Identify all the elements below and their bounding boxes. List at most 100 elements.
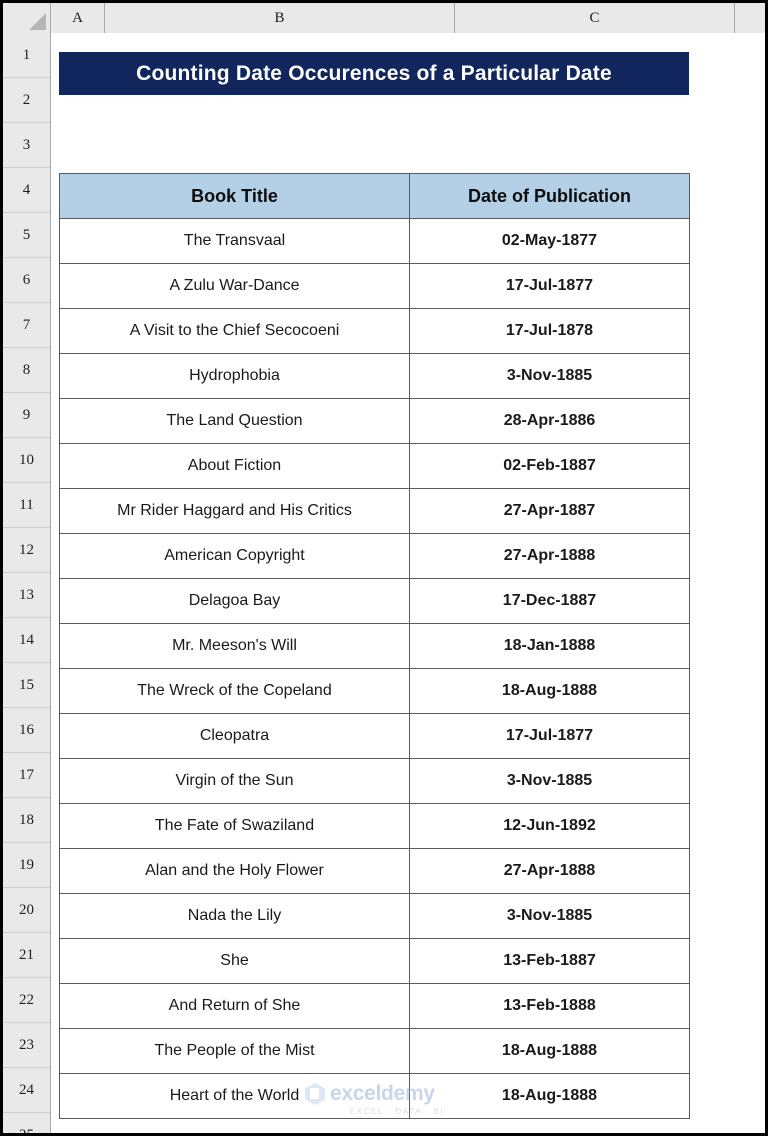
row-header-23[interactable]: 23 — [3, 1023, 50, 1068]
cell-date-of-publication[interactable]: 18-Aug-1888 — [409, 1073, 690, 1119]
table-row: Alan and the Holy Flower 27-Apr-1888 — [59, 848, 690, 894]
cell-date-of-publication[interactable]: 02-May-1877 — [409, 218, 690, 264]
cell-date-of-publication[interactable]: 02-Feb-1887 — [409, 443, 690, 489]
cell-book-title[interactable]: Virgin of the Sun — [59, 758, 410, 804]
row-header-16[interactable]: 16 — [3, 708, 50, 753]
table-row: The Wreck of the Copeland 18-Aug-1888 — [59, 668, 690, 714]
cell-book-title[interactable]: The Fate of Swaziland — [59, 803, 410, 849]
cell-date-of-publication[interactable]: 27-Apr-1888 — [409, 533, 690, 579]
row-header-25[interactable]: 25 — [3, 1113, 50, 1133]
cell-book-title[interactable]: Delagoa Bay — [59, 578, 410, 624]
cell-book-title[interactable]: Mr. Meeson's Will — [59, 623, 410, 669]
cell-date-of-publication[interactable]: 13-Feb-1887 — [409, 938, 690, 984]
table-row: Heart of the World 18-Aug-1888 — [59, 1073, 690, 1119]
table-row: Mr. Meeson's Will 18-Jan-1888 — [59, 623, 690, 669]
cell-date-of-publication[interactable]: 27-Apr-1887 — [409, 488, 690, 534]
cell-book-title[interactable]: Nada the Lily — [59, 893, 410, 939]
table-row: Cleopatra 17-Jul-1877 — [59, 713, 690, 759]
cell-date-of-publication[interactable]: 3-Nov-1885 — [409, 758, 690, 804]
row-header-11[interactable]: 11 — [3, 483, 50, 528]
row-header-24[interactable]: 24 — [3, 1068, 50, 1113]
row-header-3[interactable]: 3 — [3, 123, 50, 168]
cell-date-of-publication[interactable]: 17-Jul-1877 — [409, 263, 690, 309]
cell-book-title[interactable]: Hydrophobia — [59, 353, 410, 399]
table-row: About Fiction 02-Feb-1887 — [59, 443, 690, 489]
cell-date-of-publication[interactable]: 13-Feb-1888 — [409, 983, 690, 1029]
cell-date-of-publication[interactable]: 17-Dec-1887 — [409, 578, 690, 624]
column-header-partial[interactable] — [735, 3, 765, 33]
cell-book-title[interactable]: The Land Question — [59, 398, 410, 444]
cell-book-title[interactable]: And Return of She — [59, 983, 410, 1029]
cell-date-of-publication[interactable]: 12-Jun-1892 — [409, 803, 690, 849]
column-header-book-title: Book Title — [59, 173, 410, 219]
table-row: She 13-Feb-1887 — [59, 938, 690, 984]
table-row: Virgin of the Sun 3-Nov-1885 — [59, 758, 690, 804]
cell-date-of-publication[interactable]: 28-Apr-1886 — [409, 398, 690, 444]
row-header-5[interactable]: 5 — [3, 213, 50, 258]
row-header-2[interactable]: 2 — [3, 78, 50, 123]
cell-date-of-publication[interactable]: 3-Nov-1885 — [409, 353, 690, 399]
column-header-date-of-publication: Date of Publication — [409, 173, 690, 219]
row-header-9[interactable]: 9 — [3, 393, 50, 438]
row-header-19[interactable]: 19 — [3, 843, 50, 888]
row-header-7[interactable]: 7 — [3, 303, 50, 348]
table-row: Hydrophobia 3-Nov-1885 — [59, 353, 690, 399]
column-header-strip: A B C — [3, 3, 765, 33]
page-title: Counting Date Occurences of a Particular… — [136, 61, 612, 85]
column-header-b[interactable]: B — [105, 3, 455, 33]
table-row: The People of the Mist 18-Aug-1888 — [59, 1028, 690, 1074]
select-all-triangle-icon — [29, 13, 46, 30]
table-header-row: Book Title Date of Publication — [59, 173, 690, 219]
title-banner: Counting Date Occurences of a Particular… — [59, 52, 689, 95]
cell-book-title[interactable]: Mr Rider Haggard and His Critics — [59, 488, 410, 534]
row-header-1[interactable]: 1 — [3, 33, 50, 78]
table-row: Delagoa Bay 17-Dec-1887 — [59, 578, 690, 624]
row-header-14[interactable]: 14 — [3, 618, 50, 663]
column-header-a[interactable]: A — [51, 3, 105, 33]
row-header-17[interactable]: 17 — [3, 753, 50, 798]
cell-date-of-publication[interactable]: 27-Apr-1888 — [409, 848, 690, 894]
table-row: Nada the Lily 3-Nov-1885 — [59, 893, 690, 939]
row-header-12[interactable]: 12 — [3, 528, 50, 573]
cell-book-title[interactable]: A Zulu War-Dance — [59, 263, 410, 309]
row-header-18[interactable]: 18 — [3, 798, 50, 843]
cell-book-title[interactable]: Heart of the World — [59, 1073, 410, 1119]
table-row: A Zulu War-Dance 17-Jul-1877 — [59, 263, 690, 309]
table-row: And Return of She 13-Feb-1888 — [59, 983, 690, 1029]
cell-date-of-publication[interactable]: 18-Aug-1888 — [409, 668, 690, 714]
spreadsheet-window: A B C 1 2 3 4 5 6 7 8 9 10 11 12 13 14 15 16 17 18 19 20 21 2… — [0, 0, 768, 1136]
cell-book-title[interactable]: A Visit to the Chief Secocoeni — [59, 308, 410, 354]
cell-book-title[interactable]: About Fiction — [59, 443, 410, 489]
select-all-corner-button[interactable] — [3, 3, 51, 33]
table-row: American Copyright 27-Apr-1888 — [59, 533, 690, 579]
table-row: The Transvaal 02-May-1877 — [59, 218, 690, 264]
row-header-8[interactable]: 8 — [3, 348, 50, 393]
table-row: A Visit to the Chief Secocoeni 17-Jul-187… — [59, 308, 690, 354]
cell-date-of-publication[interactable]: 17-Jul-1878 — [409, 308, 690, 354]
cell-book-title[interactable]: The People of the Mist — [59, 1028, 410, 1074]
row-header-4[interactable]: 4 — [3, 168, 50, 213]
row-header-15[interactable]: 15 — [3, 663, 50, 708]
cell-book-title[interactable]: The Wreck of the Copeland — [59, 668, 410, 714]
book-publication-table: Book Title Date of Publication The Trans… — [59, 173, 690, 1119]
cell-date-of-publication[interactable]: 3-Nov-1885 — [409, 893, 690, 939]
table-row: Mr Rider Haggard and His Critics 27-Apr-1… — [59, 488, 690, 534]
row-header-22[interactable]: 22 — [3, 978, 50, 1023]
column-header-c[interactable]: C — [455, 3, 735, 33]
row-header-21[interactable]: 21 — [3, 933, 50, 978]
row-header-strip: 1 2 3 4 5 6 7 8 9 10 11 12 13 14 15 16 17 18 19 20 21 22 23 24 2… — [3, 33, 51, 1133]
cell-book-title[interactable]: Cleopatra — [59, 713, 410, 759]
table-row: The Land Question 28-Apr-1886 — [59, 398, 690, 444]
cell-book-title[interactable]: The Transvaal — [59, 218, 410, 264]
row-header-20[interactable]: 20 — [3, 888, 50, 933]
cell-book-title[interactable]: American Copyright — [59, 533, 410, 579]
cell-book-title[interactable]: Alan and the Holy Flower — [59, 848, 410, 894]
table-row: The Fate of Swaziland 12-Jun-1892 — [59, 803, 690, 849]
row-header-6[interactable]: 6 — [3, 258, 50, 303]
cell-book-title[interactable]: She — [59, 938, 410, 984]
cell-date-of-publication[interactable]: 18-Jan-1888 — [409, 623, 690, 669]
row-header-13[interactable]: 13 — [3, 573, 50, 618]
cell-date-of-publication[interactable]: 17-Jul-1877 — [409, 713, 690, 759]
cell-date-of-publication[interactable]: 18-Aug-1888 — [409, 1028, 690, 1074]
row-header-10[interactable]: 10 — [3, 438, 50, 483]
